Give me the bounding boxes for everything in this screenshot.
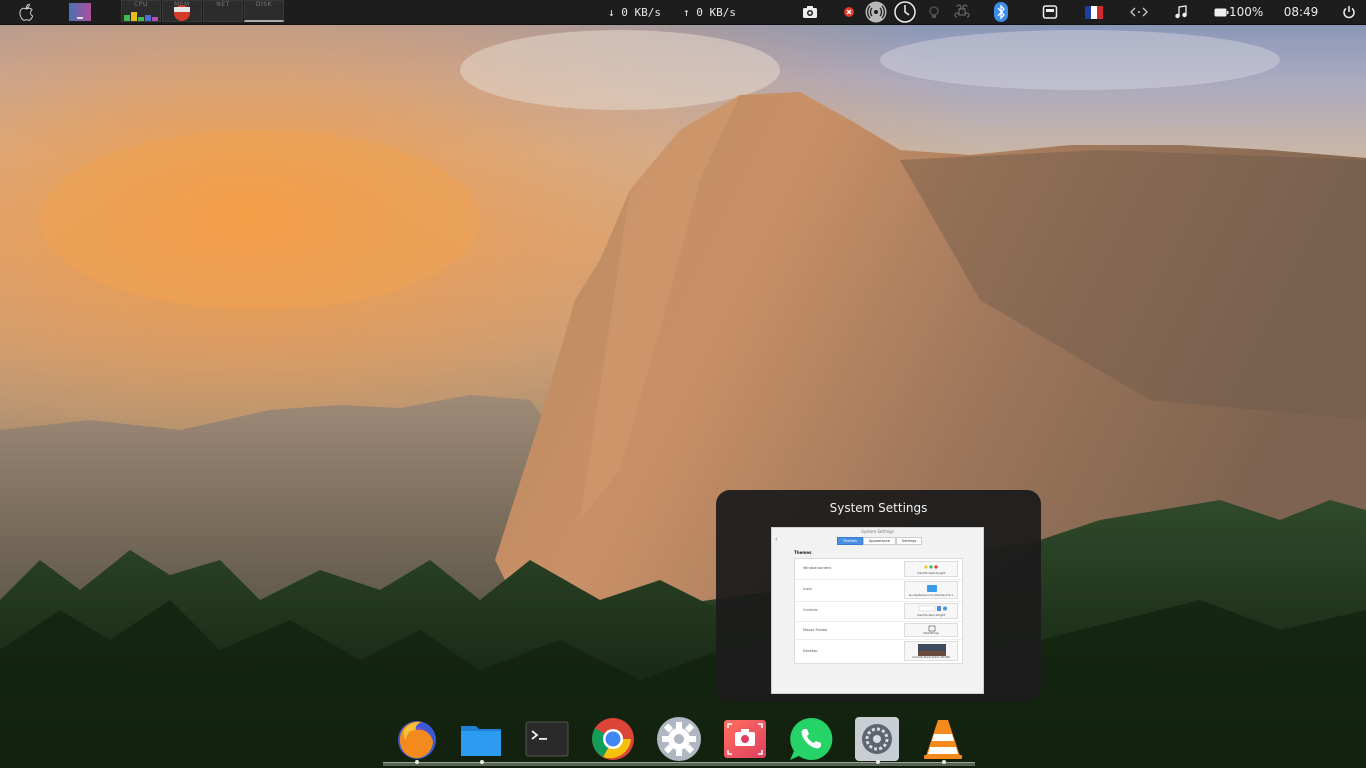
dock-system-settings[interactable] — [854, 716, 900, 762]
settings-row: Window borders macOS-dark-bright — [795, 559, 962, 580]
brightness-icon[interactable] — [924, 0, 944, 24]
running-indicator — [480, 760, 484, 764]
workspace-switcher-icon[interactable] — [68, 0, 92, 24]
battery-icon[interactable] — [1213, 0, 1229, 24]
row-label: Icons — [803, 587, 813, 591]
row-label: Window borders — [803, 566, 832, 570]
settings-row: Mouse Pointer OSX-ElCap — [795, 621, 962, 640]
whatsapp-icon — [790, 717, 833, 760]
dock — [383, 762, 975, 766]
settings-row: Icons la-capitaine-icon-theme-0.6.1 — [795, 579, 962, 602]
row-label: Mouse Pointer — [803, 628, 828, 632]
network-monitor-icon[interactable]: NET — [203, 0, 243, 22]
row-label: Desktop — [803, 649, 818, 653]
terminal-icon — [525, 721, 569, 757]
thumbnail-tabs: Themes Appearance Settings — [837, 537, 923, 545]
row-value: la-capitaine-icon-theme-0.6.1 — [904, 581, 958, 599]
command-key-icon[interactable] — [952, 0, 972, 24]
cpu-monitor-icon[interactable]: CPU — [121, 0, 161, 22]
bluetooth-icon[interactable] — [992, 0, 1010, 24]
running-indicator — [942, 760, 946, 764]
window-preview-popup[interactable]: System Settings System Settings ‹ Themes… — [716, 490, 1041, 702]
code-icon[interactable] — [1128, 0, 1150, 24]
screenshot-icon[interactable] — [800, 0, 820, 24]
dock-chrome[interactable] — [590, 716, 636, 762]
folder-icon — [461, 726, 501, 756]
music-icon[interactable] — [1172, 0, 1190, 24]
tab-settings: Settings — [895, 537, 923, 545]
settings-row: Controls macOS-dark-bright — [795, 601, 962, 622]
settings-gear-icon — [657, 717, 701, 761]
dock-whatsapp[interactable] — [788, 716, 834, 762]
running-indicator — [415, 760, 419, 764]
dock-terminal[interactable] — [524, 716, 570, 762]
wifi-hotspot-icon[interactable] — [863, 0, 889, 24]
dock-files[interactable] — [458, 716, 504, 762]
net-up-speed: ↑ 0 KB/s — [683, 5, 736, 19]
memory-monitor-icon[interactable]: MEM — [162, 0, 202, 22]
theme-settings-panel: Window borders macOS-dark-bright Icons l… — [794, 558, 963, 664]
window-preview-title: System Settings — [829, 501, 928, 515]
vlc-icon — [924, 720, 962, 759]
controls-preview-icon — [918, 605, 947, 612]
firefox-icon — [398, 721, 436, 759]
folder-icon — [927, 585, 937, 592]
clock-icon[interactable] — [892, 0, 918, 24]
row-value: macOS-dark-bright — [904, 561, 958, 577]
settings-row: Desktop macOS-Dark-Dark-20180 — [795, 639, 962, 663]
dock-firefox[interactable] — [394, 716, 440, 762]
row-value: macOS-Dark-Dark-20180 — [904, 641, 958, 661]
thumbnail-window-title: System Settings — [861, 529, 894, 534]
section-title: Themes — [794, 550, 812, 555]
running-indicator — [876, 760, 880, 764]
net-down-speed: ↓ 0 KB/s — [608, 5, 661, 19]
battery-percent: 100% — [1229, 5, 1264, 19]
tab-themes: Themes — [837, 537, 863, 545]
back-icon: ‹ — [775, 536, 778, 543]
chrome-icon — [592, 718, 634, 760]
window-buttons-icon — [924, 565, 938, 569]
dock-vlc[interactable] — [920, 716, 966, 762]
camera-icon — [724, 720, 766, 758]
tab-appearance: Appearance — [862, 537, 896, 545]
row-value: macOS-dark-bright — [904, 603, 958, 619]
keyboard-layout-flag-icon[interactable] — [1084, 0, 1104, 24]
top-panel: CPU MEM NET DISK ↓ 0 KB/s ↑ 0 KB/s 100% … — [0, 0, 1366, 25]
row-label: Controls — [803, 608, 818, 612]
desktop-wallpaper — [0, 0, 1366, 768]
apple-menu-icon[interactable] — [14, 0, 40, 24]
dock-settings[interactable] — [656, 716, 702, 762]
dock-screenshot[interactable] — [722, 716, 768, 762]
row-value: OSX-ElCap — [904, 623, 958, 637]
drive-icon[interactable] — [1040, 0, 1060, 24]
power-icon[interactable] — [1340, 0, 1358, 24]
system-settings-icon — [855, 717, 899, 761]
disk-monitor-icon[interactable]: DISK — [244, 0, 284, 22]
window-thumbnail[interactable]: System Settings ‹ Themes Appearance Sett… — [771, 527, 984, 694]
close-notification-icon[interactable] — [842, 0, 856, 24]
clock[interactable]: 08:49 — [1283, 0, 1319, 24]
